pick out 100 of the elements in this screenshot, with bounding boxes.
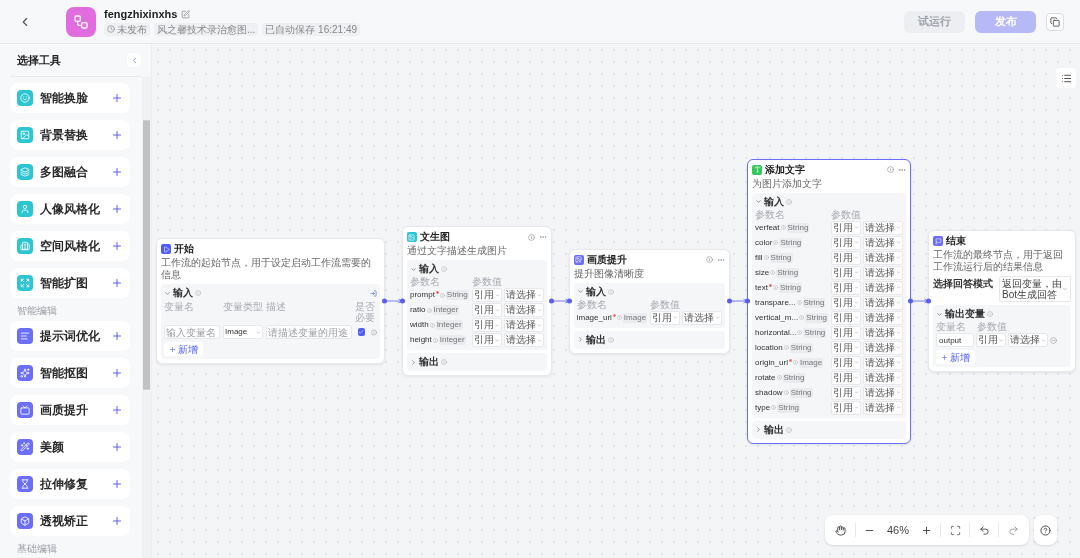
- source-select[interactable]: 引用: [831, 370, 862, 385]
- workflow-node[interactable]: 开始 工作流的起始节点，用于设定启动工作流需要的信息 输入 变量名 变量类型 描述 是否必要 输入变量名 Image 请描述变量的用途 新增: [156, 238, 385, 364]
- copy-button[interactable]: [1046, 12, 1064, 31]
- workflow-node[interactable]: 文生图 通过文字描述生成图片 输入 参数名 参数值 prompt String 引用 请选择 ratio Integer 引用 请选择 width Integer 引用 请选择 height Integer 引用 请选择 输出: [401, 226, 552, 376]
- add-icon[interactable]: [111, 203, 123, 215]
- add-button[interactable]: 新增: [936, 350, 976, 364]
- arrow-in-icon[interactable]: [370, 289, 377, 297]
- chevron-right-icon[interactable]: [576, 336, 584, 343]
- add-icon[interactable]: [111, 166, 123, 178]
- source-select[interactable]: 引用: [831, 265, 862, 280]
- connection-port[interactable]: [548, 298, 554, 304]
- source-select[interactable]: 引用: [650, 310, 681, 325]
- source-select[interactable]: 引用: [831, 355, 862, 370]
- value-select[interactable]: 请选择: [863, 340, 904, 355]
- value-select[interactable]: 请选择: [1008, 333, 1049, 347]
- chevron-right-icon[interactable]: [409, 358, 417, 366]
- source-select[interactable]: 引用: [471, 318, 502, 332]
- tool-item[interactable]: 拉伸修复: [10, 469, 130, 499]
- source-select[interactable]: 引用: [831, 310, 862, 325]
- value-select[interactable]: 请选择: [863, 250, 904, 265]
- source-select[interactable]: 引用: [471, 288, 502, 302]
- connection-port[interactable]: [727, 298, 733, 304]
- more-icon[interactable]: [538, 233, 547, 241]
- source-select[interactable]: 引用: [976, 333, 1007, 347]
- add-icon[interactable]: [111, 404, 123, 416]
- tool-item[interactable]: 透视矫正: [10, 506, 130, 536]
- tool-item[interactable]: 背景替换: [10, 120, 130, 150]
- add-icon[interactable]: [111, 277, 123, 289]
- source-select[interactable]: 引用: [831, 295, 862, 310]
- workflow-node[interactable]: 画质提升 提升图像清晰度 输入 参数名 参数值 image_url Image 引用 请选择 输出: [568, 248, 731, 354]
- scrollbar[interactable]: [142, 77, 151, 558]
- chevron-down-icon[interactable]: [164, 289, 171, 297]
- value-select[interactable]: 请选择: [863, 265, 904, 280]
- add-icon[interactable]: [111, 441, 123, 453]
- source-select[interactable]: 引用: [471, 303, 502, 317]
- source-select[interactable]: 引用: [831, 280, 862, 295]
- tool-item[interactable]: 人像风格化: [10, 194, 130, 224]
- add-icon[interactable]: [111, 330, 123, 342]
- source-select[interactable]: 引用: [831, 340, 862, 355]
- remove-icon[interactable]: [1050, 336, 1058, 344]
- workflow-node[interactable]: 结束 工作流的最终节点，用于返回工作流运行后的结果信息 选择回答模式 返回变量，由Bot生成回答 输出变量 变量名 参数值 output 引用 请选择 新增: [928, 230, 1077, 372]
- tool-item[interactable]: 智能扩图: [10, 268, 130, 298]
- chevron-down-icon[interactable]: [755, 198, 763, 205]
- tool-item[interactable]: 空间风格化: [10, 231, 130, 261]
- value-select[interactable]: 请选择: [863, 220, 904, 235]
- tool-item[interactable]: 智能换脸: [10, 83, 130, 113]
- add-button[interactable]: 新增: [164, 342, 203, 356]
- edit-icon[interactable]: [181, 9, 191, 19]
- value-select[interactable]: 请选择: [863, 280, 904, 295]
- help-button[interactable]: [1034, 515, 1057, 545]
- value-select[interactable]: 请选择: [863, 295, 904, 310]
- type-select[interactable]: Image: [223, 325, 263, 339]
- collapse-button[interactable]: [127, 53, 141, 67]
- workflow-node[interactable]: [747, 158, 912, 444]
- tool-item[interactable]: 智能抠图: [10, 358, 130, 388]
- value-select[interactable]: 请选择: [863, 370, 904, 385]
- connection-port[interactable]: [745, 298, 751, 304]
- value-select[interactable]: 请选择: [503, 333, 544, 347]
- connection-port[interactable]: [908, 298, 914, 304]
- connection-port[interactable]: [382, 298, 387, 304]
- value-select[interactable]: 请选择: [863, 235, 904, 250]
- add-icon[interactable]: [111, 92, 123, 104]
- chevron-down-icon[interactable]: [576, 288, 584, 295]
- tool-item[interactable]: 美颜: [10, 432, 130, 462]
- value-select[interactable]: 请选择: [863, 400, 904, 415]
- add-icon[interactable]: [111, 367, 123, 379]
- source-select[interactable]: 引用: [831, 235, 862, 250]
- value-select[interactable]: 请选择: [503, 303, 544, 317]
- value-select[interactable]: 请选择: [682, 310, 723, 325]
- connection-port[interactable]: [926, 298, 932, 304]
- add-icon[interactable]: [111, 129, 123, 141]
- source-select[interactable]: 引用: [831, 220, 862, 235]
- required-checkbox[interactable]: [358, 328, 365, 336]
- value-select[interactable]: 请选择: [503, 288, 544, 302]
- answer-mode-select[interactable]: 返回变量，由Bot生成回答: [999, 276, 1072, 302]
- source-select[interactable]: 引用: [831, 250, 862, 265]
- value-select[interactable]: 请选择: [863, 385, 904, 400]
- chevron-down-icon[interactable]: [409, 265, 417, 273]
- value-select[interactable]: 请选择: [503, 318, 544, 332]
- tool-item[interactable]: 提示词优化: [10, 321, 130, 351]
- source-select[interactable]: 引用: [831, 400, 862, 415]
- add-icon[interactable]: [111, 478, 123, 490]
- value-select[interactable]: 请选择: [863, 355, 904, 370]
- add-icon[interactable]: [111, 515, 123, 527]
- variable-name-field[interactable]: 输入变量名: [164, 325, 220, 339]
- chevron-right-icon[interactable]: [755, 426, 763, 433]
- connection-port[interactable]: [566, 298, 572, 304]
- panel-toggle-button[interactable]: [1056, 68, 1076, 88]
- connection-port[interactable]: [399, 298, 405, 304]
- add-icon[interactable]: [111, 240, 123, 252]
- source-select[interactable]: 引用: [831, 385, 862, 400]
- variable-name-field[interactable]: output: [936, 333, 975, 347]
- chevron-down-icon[interactable]: [936, 310, 944, 318]
- source-select[interactable]: 引用: [831, 325, 862, 340]
- value-select[interactable]: 请选择: [863, 325, 904, 340]
- tool-item[interactable]: 画质提升: [10, 395, 130, 425]
- tool-item[interactable]: 多图融合: [10, 157, 130, 187]
- source-select[interactable]: 引用: [471, 333, 502, 347]
- description-field[interactable]: 请描述变量的用途: [266, 325, 352, 339]
- value-select[interactable]: 请选择: [863, 310, 904, 325]
